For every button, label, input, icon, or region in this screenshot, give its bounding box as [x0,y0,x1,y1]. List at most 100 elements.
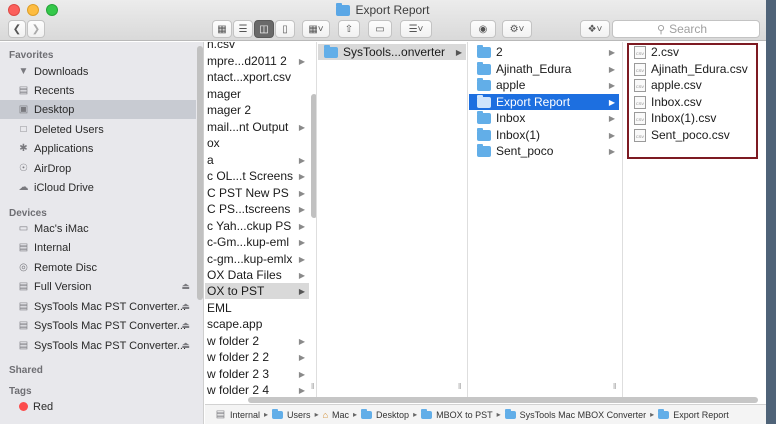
chevron-right-icon: ▶ [298,270,305,280]
column-resize-handle[interactable]: ‖ [613,382,616,391]
list-item-label: mager 2 [207,103,252,117]
search-field[interactable]: ⚲ Search [612,20,760,38]
list-item[interactable]: EML [205,300,309,316]
list-item-label: c-Gm...kup-eml [207,235,290,249]
column-resize-handle[interactable]: ‖ [311,382,314,391]
list-item-selected[interactable]: OX to PST ▶ [205,283,309,299]
list-item[interactable]: mager 2 [205,102,309,118]
sidebar-item-icloud-drive[interactable]: ☁ iCloud Drive [0,178,196,197]
quick-look-button[interactable]: ◉ [470,20,496,38]
list-item[interactable]: apple ▶ [469,77,619,93]
sidebar-item-recents[interactable]: ▤ Recents [0,81,196,100]
eject-icon[interactable]: ⏏ [181,301,190,312]
list-item[interactable]: 2 ▶ [469,44,619,60]
list-item[interactable]: w folder 2 2 ▶ [205,349,309,365]
window-title: Export Report [0,2,766,18]
list-item[interactable]: ox [205,135,309,151]
list-item[interactable]: mail...nt Output ▶ [205,119,309,135]
gallery-view-button[interactable]: ▯ [275,20,295,38]
horizontal-scrollbar[interactable] [248,397,758,403]
path-segment[interactable]: Export Report [673,410,729,420]
path-segment[interactable]: Desktop [376,410,409,420]
sidebar-item-full-version[interactable]: ▤ Full Version ⏏ [0,277,196,296]
list-icon: ☰ [238,23,248,35]
sidebar-item-label: Full Version [34,280,92,293]
list-item[interactable]: mpre...d2011 2 ▶ [205,53,309,69]
list-item[interactable]: w folder 2 ▶ [205,333,309,349]
path-segment[interactable]: SysTools Mac MBOX Converter [520,410,647,420]
sidebar-item-applications[interactable]: ✱ Applications [0,139,196,158]
list-item-label: mager [207,87,242,101]
drive-icon: ▤ [18,242,29,253]
list-item[interactable]: Inbox ▶ [469,110,619,126]
group-button[interactable]: ▦˅ [302,20,330,38]
share-button[interactable]: ⇧ [338,20,360,38]
chevron-right-icon: ▸ [413,410,418,419]
list-item[interactable]: ntact...xport.csv [205,69,309,85]
sidebar-item-desktop[interactable]: ▣ Desktop [0,100,196,119]
list-item[interactable]: C PST New PS ▶ [205,185,309,201]
list-item[interactable]: C PS...tscreens ▶ [205,201,309,217]
list-item[interactable]: scape.app [205,316,309,332]
eject-icon[interactable]: ⏏ [181,281,190,292]
folder-icon [477,61,491,75]
icon-view-button[interactable]: ▦ [212,20,232,38]
sidebar-item-macs-imac[interactable]: ▭ Mac's iMac [0,219,196,238]
eject-icon[interactable]: ⏏ [181,320,190,331]
sidebar-item-internal[interactable]: ▤ Internal [0,238,196,257]
action-button[interactable]: ☰˅ [400,20,432,38]
list-item[interactable]: OX Data Files ▶ [205,267,309,283]
sidebar-item-deleted-users[interactable]: □ Deleted Users [0,120,196,139]
list-item[interactable]: c-Gm...kup-eml ▶ [205,234,309,250]
list-item[interactable]: Ajinath_Edura ▶ [469,61,619,77]
list-item[interactable]: Sent_poco ▶ [469,143,619,159]
list-item[interactable]: w folder 2 3 ▶ [205,366,309,382]
column-resize-handle[interactable]: ‖ [458,382,461,391]
settings-button[interactable]: ⚙˅ [502,20,532,38]
list-item[interactable]: Inbox(1) ▶ [469,127,619,143]
chevron-right-icon: ▶ [298,237,305,247]
search-placeholder: Search [669,22,708,36]
list-item[interactable]: c Yah...ckup PS ▶ [205,218,309,234]
dropbox-button[interactable]: ❖˅ [580,20,610,38]
eject-icon[interactable]: ⏏ [181,340,190,351]
sidebar-item-systools-volume-3[interactable]: ▤ SysTools Mac PST Converter... ⏏ [0,336,196,355]
sidebar-item-label: Deleted Users [34,123,104,136]
list-item[interactable]: c OL...t Screens ▶ [205,168,309,184]
sidebar-item-remote-disc[interactable]: ◎ Remote Disc [0,258,196,277]
sidebar-item-systools-volume-1[interactable]: ▤ SysTools Mac PST Converter... ⏏ [0,297,196,316]
sidebar-item-airdrop[interactable]: ☉ AirDrop [0,159,196,178]
sidebar-item-tag-red[interactable]: Red [0,397,196,416]
drive-icon: ▤ [215,409,226,420]
path-segment[interactable]: Mac [332,410,349,420]
list-item[interactable]: w folder 2 4 ▶ [205,382,309,398]
list-item-selected[interactable]: SysTools...onverter ▶ [318,44,466,60]
dropbox-icon: ❖˅ [587,23,603,35]
back-button[interactable]: ❮ [8,20,26,38]
column-1-scrollbar[interactable] [311,94,316,218]
path-segment[interactable]: Internal [230,410,260,420]
list-item[interactable]: a ▶ [205,152,309,168]
sidebar-item-systools-volume-2[interactable]: ▤ SysTools Mac PST Converter... ⏏ [0,316,196,335]
list-item[interactable]: n.csv [205,42,309,52]
list-item[interactable]: mager [205,86,309,102]
path-segment[interactable]: MBOX to PST [436,410,493,420]
search-icon: ⚲ [657,23,666,36]
path-segment[interactable]: Users [287,410,311,420]
sidebar-scrollbar[interactable] [197,46,203,300]
drive-icon: ▤ [18,340,29,351]
sidebar-item-downloads[interactable]: ▼ Downloads [0,62,196,81]
chevron-right-icon: ▶ [608,97,615,107]
list-view-button[interactable]: ☰ [233,20,253,38]
finder-window: Export Report ❮ ❯ ▦ ☰ ◫ ▯ ▦˅ ⇧ ▭ ☰˅ ◉ ⚙˅… [0,0,766,424]
column-view-button[interactable]: ◫ [254,20,274,38]
list-item-label: OX Data Files [207,268,282,282]
list-item-selected[interactable]: Export Report ▶ [469,94,619,110]
folder-icon: □ [20,124,27,135]
desktop-icon: ▣ [18,104,29,115]
chevron-right-icon: ▶ [608,80,615,90]
tags-button[interactable]: ▭ [368,20,392,38]
forward-button[interactable]: ❯ [27,20,45,38]
column-3: 2 ▶ Ajinath_Edura ▶ apple ▶ Export Report ▶ … [469,42,623,398]
list-item[interactable]: c-gm...kup-emlx ▶ [205,251,309,267]
